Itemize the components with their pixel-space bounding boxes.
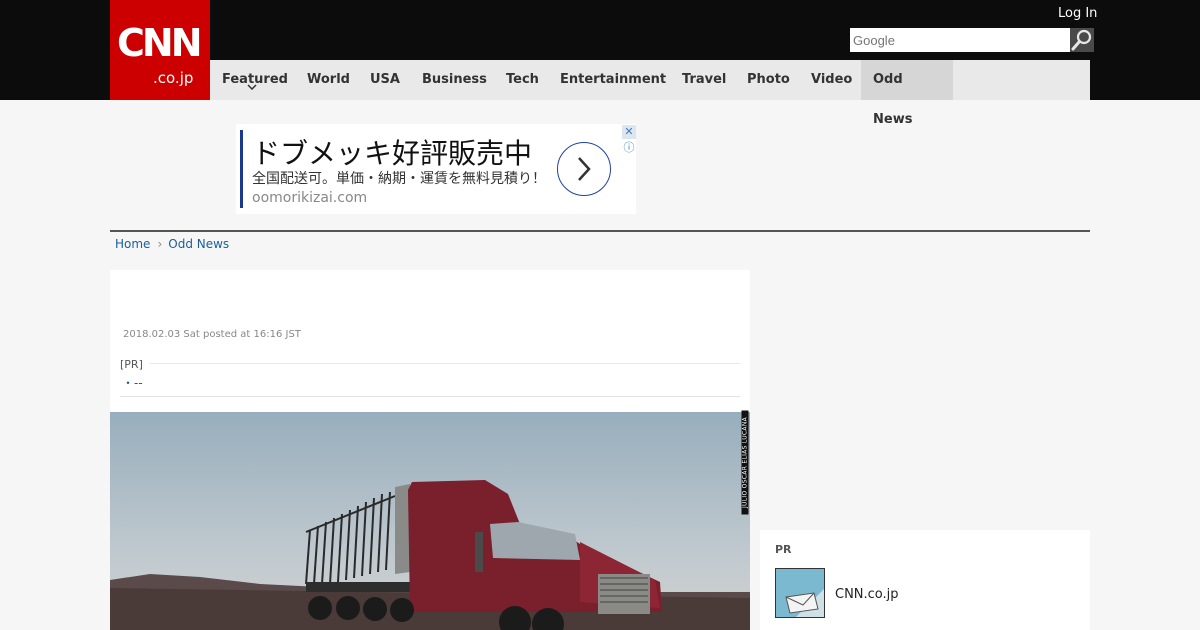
nav-label: Odd News [873, 72, 913, 127]
search-input[interactable] [850, 28, 1067, 52]
ad-body-text: 全国配送可。単価・納期・運賃を無料見積り！ [252, 171, 546, 187]
article-date: 2018.02.03 Sat posted at 16:16 JST [123, 329, 301, 340]
nav-label: Photo [747, 72, 790, 87]
nav-label: World [307, 72, 350, 87]
nav-item-world[interactable]: World [295, 60, 362, 100]
breadcrumb-home[interactable]: Home [115, 237, 150, 251]
nav-item-photo[interactable]: Photo [735, 60, 802, 100]
cnn-logo[interactable]: CNN .co.jp [110, 0, 210, 100]
nav-item-business[interactable]: Business [410, 60, 499, 100]
nav-item-usa[interactable]: USA [358, 60, 412, 100]
chevron-down-icon [247, 84, 257, 90]
nav-label: Tech [506, 72, 539, 87]
login-link[interactable]: Log In [1058, 6, 1097, 21]
nav-item-odd-news[interactable]: Odd News [861, 60, 953, 127]
photo-credit-text: JULIO OSCAR ELIAS LUCANA [741, 410, 749, 515]
ad-headline: ドブメッキ好評販売中 [252, 137, 533, 170]
envelope-icon [776, 569, 824, 617]
nav-item-video[interactable]: Video [799, 60, 864, 100]
article-photo [110, 412, 750, 630]
sidebar-pr-box: PR CNN.co.jp [760, 530, 1090, 630]
ad-domain: oomorikizai.com [252, 190, 368, 206]
ad-body: 全国配送可。単価・納期・運賃を無料見積り！ oomorikizai.com [252, 170, 552, 208]
article-header-card: 2018.02.03 Sat posted at 16:16 JST [PR] … [110, 270, 750, 412]
logo-sub-text: .co.jp [153, 69, 194, 87]
sidebar-item-name[interactable]: CNN.co.jp [835, 587, 899, 602]
pr-divider [150, 363, 740, 364]
pr-label: [PR] [120, 358, 143, 371]
nav-label: Business [422, 72, 487, 87]
main-nav: Featured World USA Business Tech Enterta… [210, 60, 1090, 127]
ad-accent-bar [240, 130, 243, 208]
chevron-right-icon [578, 157, 591, 181]
search-icon [1071, 29, 1092, 51]
nav-label: Video [811, 72, 853, 87]
chevron-right-icon: › [157, 237, 163, 251]
breadcrumb: Home › Odd News [115, 237, 229, 251]
ad-info-icon[interactable]: ⓘ [622, 141, 636, 155]
nav-item-entertainment[interactable]: Entertainment [548, 60, 678, 100]
nav-item-featured[interactable]: Featured [210, 60, 300, 100]
search-box [850, 28, 1070, 52]
nav-label: USA [370, 72, 400, 87]
logo-main-text: CNN [117, 21, 202, 65]
search-button[interactable] [1070, 28, 1094, 52]
pr-link[interactable]: ・-- [122, 374, 143, 391]
photo-credit: JULIO OSCAR ELIAS LUCANA [738, 410, 749, 518]
nav-item-travel[interactable]: Travel [670, 60, 738, 100]
breadcrumb-section[interactable]: Odd News [168, 237, 229, 251]
nav-item-tech[interactable]: Tech [494, 60, 551, 100]
truck-photo-image [110, 412, 750, 630]
sidebar-pr-label: PR [775, 543, 792, 556]
section-divider [110, 230, 1090, 232]
ad-close-icon[interactable]: ✕ [622, 125, 636, 139]
ad-banner[interactable]: ドブメッキ好評販売中 全国配送可。単価・納期・運賃を無料見積り！ oomorik… [236, 124, 636, 214]
card-divider [120, 396, 740, 397]
ad-go-button[interactable] [557, 142, 611, 196]
sidebar-thumbnail[interactable] [775, 568, 825, 618]
nav-label: Entertainment [560, 72, 667, 87]
nav-label: Travel [682, 72, 727, 87]
